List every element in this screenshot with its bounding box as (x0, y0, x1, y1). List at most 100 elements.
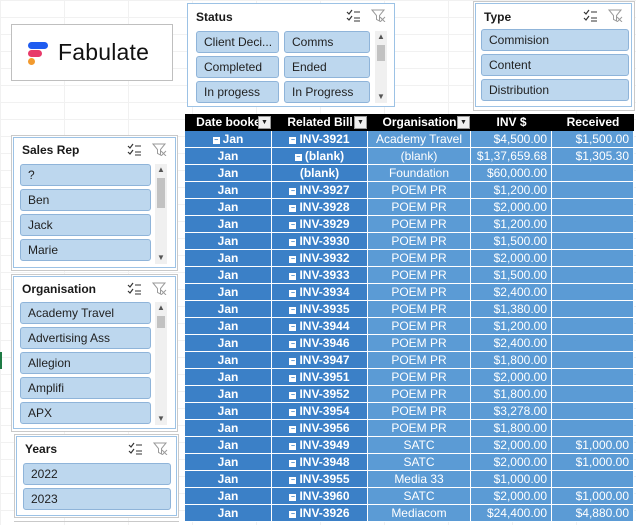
organisation-item[interactable]: Advertising Ass (20, 327, 151, 349)
cell-inv[interactable]: $1,800.00 (471, 386, 552, 403)
cell-inv[interactable]: $1,800.00 (471, 352, 552, 369)
table-row[interactable]: Jan − INV-3948 SATC $2,000.00 $1,000.00 (185, 454, 634, 471)
organisation-item[interactable]: APX (20, 402, 151, 424)
cell-organisation[interactable]: POEM PR (368, 352, 471, 369)
cell-received[interactable] (552, 471, 634, 488)
cell-inv[interactable]: $24,400.00 (471, 505, 552, 522)
collapse-icon[interactable]: − (289, 443, 297, 450)
collapse-icon[interactable]: − (289, 375, 297, 382)
cell-date[interactable]: Jan (185, 454, 272, 471)
table-row[interactable]: − Jan − INV-3921 Academy Travel $4,500.00 $1,5… (185, 131, 634, 148)
scroll-up-icon[interactable]: ▲ (376, 32, 386, 42)
cell-related-bill[interactable]: − INV-3934 (272, 284, 368, 301)
cell-date[interactable]: Jan (185, 369, 272, 386)
collapse-icon[interactable]: − (289, 392, 297, 399)
cell-date[interactable]: Jan (185, 267, 272, 284)
collapse-icon[interactable]: − (289, 477, 297, 484)
cell-date[interactable]: Jan (185, 352, 272, 369)
cell-date[interactable]: Jan (185, 335, 272, 352)
cell-inv[interactable]: $2,000.00 (471, 369, 552, 386)
scroll-down-icon[interactable]: ▼ (156, 253, 166, 263)
collapse-icon[interactable]: − (289, 222, 297, 229)
cell-related-bill[interactable]: − INV-3951 (272, 369, 368, 386)
cell-organisation[interactable]: POEM PR (368, 250, 471, 267)
type-item[interactable]: Distribution (481, 79, 629, 101)
cell-inv[interactable]: $60,000.00 (471, 165, 552, 182)
cell-organisation[interactable]: POEM PR (368, 403, 471, 420)
filter-dropdown-icon[interactable]: ▼ (457, 116, 470, 129)
scroll-up-icon[interactable]: ▲ (156, 303, 166, 313)
multi-select-icon[interactable] (127, 282, 142, 295)
cell-organisation[interactable]: POEM PR (368, 301, 471, 318)
organisation-item[interactable]: Allegion (20, 352, 151, 374)
cell-inv[interactable]: $2,400.00 (471, 284, 552, 301)
cell-received[interactable] (552, 318, 634, 335)
cell-organisation[interactable]: POEM PR (368, 335, 471, 352)
header-received[interactable]: Received (552, 114, 634, 131)
sales-rep-slicer[interactable]: Sales Rep ? Ben Jack Marie ▲ ▼ (13, 137, 176, 268)
cell-received[interactable] (552, 233, 634, 250)
cell-inv[interactable]: $1,200.00 (471, 318, 552, 335)
cell-received[interactable] (552, 420, 634, 437)
cell-organisation[interactable]: SATC (368, 488, 471, 505)
clear-filter-icon[interactable] (152, 143, 167, 156)
cell-date[interactable]: Jan (185, 199, 272, 216)
collapse-icon[interactable]: − (289, 273, 297, 280)
cell-related-bill[interactable]: − INV-3956 (272, 420, 368, 437)
cell-received[interactable]: $1,305.30 (552, 148, 634, 165)
cell-received[interactable] (552, 267, 634, 284)
cell-date[interactable]: Jan (185, 250, 272, 267)
cell-received[interactable] (552, 182, 634, 199)
table-row[interactable]: Jan − INV-3934 POEM PR $2,400.00 (185, 284, 634, 301)
status-item[interactable]: Client Deci... (196, 31, 279, 53)
cell-received[interactable] (552, 369, 634, 386)
cell-inv[interactable]: $2,000.00 (471, 488, 552, 505)
cell-received[interactable] (552, 335, 634, 352)
table-row[interactable]: Jan − INV-3946 POEM PR $2,400.00 (185, 335, 634, 352)
table-row[interactable]: Jan − INV-3951 POEM PR $2,000.00 (185, 369, 634, 386)
cell-date[interactable]: Jan (185, 182, 272, 199)
cell-date[interactable]: Jan (185, 505, 272, 522)
type-slicer[interactable]: Type Commision Content Distribution (475, 3, 632, 107)
cell-inv[interactable]: $1,200.00 (471, 216, 552, 233)
clear-filter-icon[interactable] (608, 9, 623, 22)
cell-date[interactable]: Jan (185, 165, 272, 182)
cell-received[interactable]: $1,000.00 (552, 454, 634, 471)
cell-inv[interactable]: $1,37,659.68 (471, 148, 552, 165)
status-item[interactable]: Comms (284, 31, 370, 53)
sales-rep-item[interactable]: Jack (20, 214, 151, 236)
cell-received[interactable] (552, 199, 634, 216)
clear-filter-icon[interactable] (371, 9, 386, 22)
cell-organisation[interactable]: POEM PR (368, 199, 471, 216)
collapse-icon[interactable]: − (289, 460, 297, 467)
cell-date[interactable]: Jan (185, 488, 272, 505)
cell-date[interactable]: Jan (185, 301, 272, 318)
cell-inv[interactable]: $2,000.00 (471, 437, 552, 454)
scroll-down-icon[interactable]: ▼ (156, 414, 166, 424)
collapse-icon[interactable]: − (289, 358, 297, 365)
cell-organisation[interactable]: Academy Travel (368, 131, 471, 148)
cell-organisation[interactable]: Mediacom (368, 505, 471, 522)
table-row[interactable]: Jan − INV-3935 POEM PR $1,380.00 (185, 301, 634, 318)
cell-date[interactable]: Jan (185, 216, 272, 233)
cell-related-bill[interactable]: − INV-3946 (272, 335, 368, 352)
cell-organisation[interactable]: Media 33 (368, 471, 471, 488)
cell-received[interactable]: $1,000.00 (552, 488, 634, 505)
table-row[interactable]: Jan − INV-3932 POEM PR $2,000.00 (185, 250, 634, 267)
type-item[interactable]: Content (481, 54, 629, 76)
header-date-booked[interactable]: Date booke ▼ (185, 114, 272, 131)
cell-related-bill[interactable]: (blank) (272, 165, 368, 182)
years-item[interactable]: 2022 (23, 463, 171, 485)
sales-rep-item[interactable]: Marie (20, 239, 151, 261)
table-row[interactable]: Jan − INV-3954 POEM PR $3,278.00 (185, 403, 634, 420)
cell-date[interactable]: Jan (185, 420, 272, 437)
multi-select-icon[interactable] (346, 9, 361, 22)
collapse-icon[interactable]: − (289, 511, 297, 518)
cell-organisation[interactable]: Foundation (368, 165, 471, 182)
header-related-bill[interactable]: Related Bill ▼ (272, 114, 368, 131)
table-row[interactable]: Jan − INV-3930 POEM PR $1,500.00 (185, 233, 634, 250)
cell-date[interactable]: Jan (185, 471, 272, 488)
filter-dropdown-icon[interactable]: ▼ (354, 116, 367, 129)
status-item[interactable]: In Progress (284, 81, 370, 103)
cell-related-bill[interactable]: − INV-3921 (272, 131, 368, 148)
